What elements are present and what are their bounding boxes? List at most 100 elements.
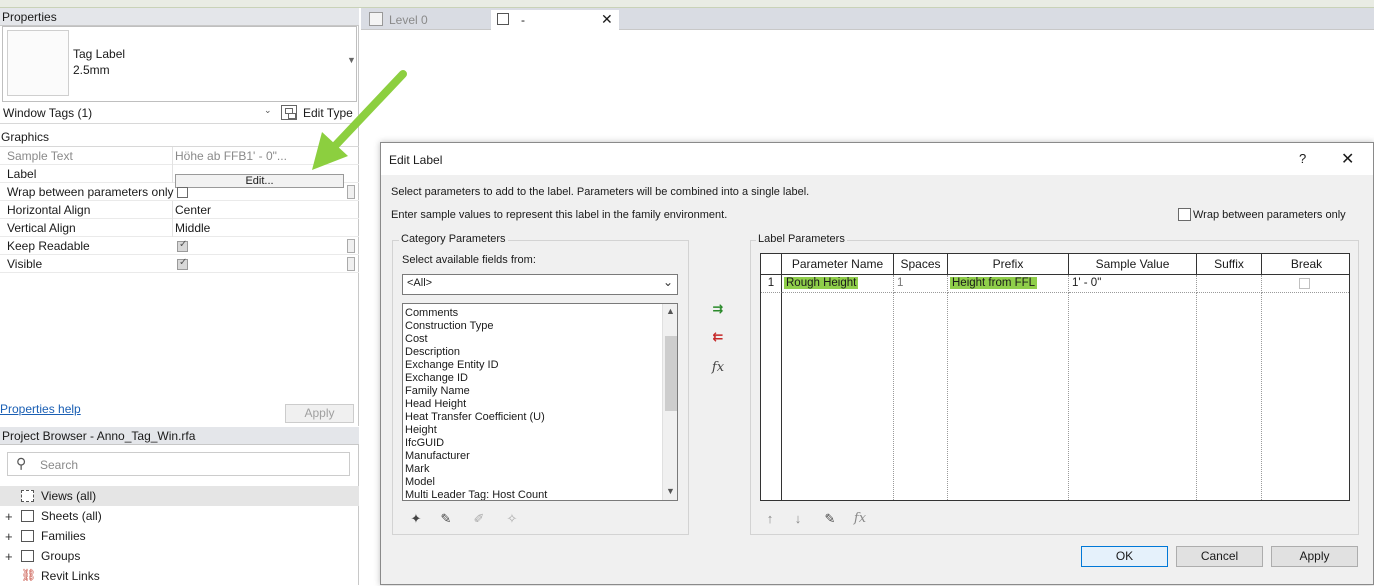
apply-button[interactable]: Apply: [1271, 546, 1358, 567]
column-header[interactable]: Parameter Name: [782, 254, 894, 275]
property-row-wrap: Wrap between parameters only: [0, 183, 359, 201]
tree-item-revit-links[interactable]: ⛓ Revit Links: [0, 566, 359, 586]
tree-item-groups[interactable]: + Groups: [0, 546, 359, 566]
column-header[interactable]: Sample Value: [1069, 254, 1197, 275]
list-item[interactable]: Exchange ID: [405, 372, 468, 385]
edit-parameter-icon[interactable]: ✎: [821, 510, 839, 528]
families-icon: [21, 530, 34, 542]
property-row-vertical-align: Vertical Align Middle: [0, 219, 359, 237]
fields-source-select[interactable]: <All> ⌄: [402, 274, 678, 295]
list-item[interactable]: Manufacturer: [405, 450, 470, 463]
expand-icon[interactable]: +: [5, 549, 13, 564]
graphics-section-header[interactable]: Graphics: [1, 130, 49, 144]
expand-icon[interactable]: +: [5, 509, 13, 524]
column-header[interactable]: Prefix: [948, 254, 1069, 275]
list-item[interactable]: Model: [405, 476, 435, 489]
list-item[interactable]: Heat Transfer Coefficient (U): [405, 411, 545, 424]
search-input[interactable]: ⚲ Search: [7, 452, 350, 476]
row-header-corner: [761, 254, 782, 275]
move-up-icon[interactable]: ↑: [761, 510, 779, 528]
properties-header: Properties: [0, 8, 359, 26]
cancel-button[interactable]: Cancel: [1176, 546, 1263, 567]
tree-item-views[interactable]: Views (all): [0, 486, 359, 506]
column-header[interactable]: Break: [1262, 254, 1349, 275]
associate-parameter-button[interactable]: [347, 185, 355, 199]
vertical-align-value[interactable]: Middle: [175, 221, 210, 235]
list-scrollbar[interactable]: ▲ ▼: [662, 304, 677, 500]
chevron-down-icon[interactable]: ▼: [347, 55, 356, 65]
search-icon: ⚲: [16, 455, 27, 471]
list-item[interactable]: Multi Leader Tag: Host Count: [405, 489, 547, 500]
list-item[interactable]: Head Height: [405, 398, 466, 411]
edit-parameter-icon[interactable]: ✎: [437, 510, 455, 528]
wrap-between-checkbox[interactable]: [1178, 208, 1191, 221]
formula-icon[interactable]: fx: [709, 359, 727, 377]
row-number[interactable]: 1: [761, 275, 782, 293]
scroll-thumb[interactable]: [665, 336, 677, 411]
tab-active-view[interactable]: - ✕: [491, 10, 619, 30]
chevron-down-icon: ⌄: [663, 275, 674, 289]
move-down-icon[interactable]: ↓: [789, 510, 807, 528]
ok-button[interactable]: OK: [1081, 546, 1168, 567]
list-item[interactable]: Description: [405, 346, 460, 359]
available-fields-list[interactable]: Comments Construction Type Cost Descript…: [402, 303, 678, 501]
dialog-title-bar: Edit Label ? ✕: [381, 143, 1373, 175]
keep-readable-checkbox[interactable]: [177, 239, 188, 252]
parameter-name-cell[interactable]: Rough Height: [782, 275, 894, 293]
project-browser: Project Browser - Anno_Tag_Win.rfa ⚲ Sea…: [0, 427, 359, 585]
prefix-cell[interactable]: Height from FFL: [948, 275, 1069, 293]
tree-item-families[interactable]: + Families: [0, 526, 359, 546]
add-parameter-arrow-icon[interactable]: ⇉: [709, 300, 727, 318]
modify-parameter-icon[interactable]: ✐: [470, 510, 488, 528]
help-button[interactable]: ?: [1299, 151, 1306, 166]
expand-icon[interactable]: +: [5, 529, 13, 544]
properties-apply-button[interactable]: Apply: [285, 404, 354, 423]
tab-level-0[interactable]: Level 0: [367, 10, 491, 30]
remove-parameter-arrow-icon[interactable]: ⇇: [709, 328, 727, 346]
column-header[interactable]: Suffix: [1197, 254, 1262, 275]
edit-type-icon[interactable]: [281, 105, 297, 120]
horizontal-align-value[interactable]: Center: [175, 203, 211, 217]
break-checkbox[interactable]: [1299, 278, 1310, 289]
view-icon: [497, 13, 509, 25]
sheets-icon: [21, 510, 34, 522]
type-name: Tag Label: [73, 47, 126, 61]
label-parameters-table[interactable]: Parameter Name Spaces Prefix Sample Valu…: [760, 253, 1350, 501]
instance-selector[interactable]: Window Tags (1): [3, 106, 92, 120]
tree-item-sheets[interactable]: + Sheets (all): [0, 506, 359, 526]
list-item[interactable]: IfcGUID: [405, 437, 444, 450]
list-item[interactable]: Construction Type: [405, 320, 493, 333]
associate-parameter-button[interactable]: [347, 257, 355, 271]
scroll-down-icon[interactable]: ▼: [666, 486, 675, 496]
visible-checkbox[interactable]: [177, 257, 188, 270]
label-parameters-title: Label Parameters: [756, 233, 847, 245]
sample-value-cell[interactable]: 1' - 0": [1069, 275, 1197, 293]
properties-help-link[interactable]: Properties help: [0, 402, 81, 416]
groups-icon: [21, 550, 34, 562]
list-item[interactable]: Height: [405, 424, 437, 437]
suffix-cell[interactable]: [1197, 275, 1262, 293]
list-item[interactable]: Family Name: [405, 385, 470, 398]
new-parameter-icon[interactable]: ✦: [407, 510, 425, 528]
close-icon[interactable]: ✕: [1341, 149, 1354, 169]
search-placeholder: Search: [40, 458, 79, 472]
wrap-checkbox[interactable]: [177, 187, 188, 198]
property-row-visible: Visible: [0, 255, 359, 273]
close-icon[interactable]: ✕: [601, 11, 613, 28]
spaces-cell[interactable]: 1: [894, 275, 948, 293]
break-cell[interactable]: [1262, 275, 1349, 293]
delete-parameter-icon[interactable]: ✧: [503, 510, 521, 528]
chevron-down-icon[interactable]: ⌄: [264, 105, 272, 116]
type-preview: [7, 30, 69, 96]
scroll-up-icon[interactable]: ▲: [666, 306, 675, 316]
column-header[interactable]: Spaces: [894, 254, 948, 275]
list-item[interactable]: Comments: [405, 307, 458, 320]
top-strip: [0, 0, 1374, 8]
formula-icon[interactable]: fx: [851, 510, 869, 528]
sample-text-value: Höhe ab FFB1' - 0"...: [175, 149, 287, 163]
list-item[interactable]: Exchange Entity ID: [405, 359, 499, 372]
list-item[interactable]: Cost: [405, 333, 428, 346]
list-item[interactable]: Mark: [405, 463, 429, 476]
associate-parameter-button[interactable]: [347, 239, 355, 253]
type-size: 2.5mm: [73, 63, 110, 77]
